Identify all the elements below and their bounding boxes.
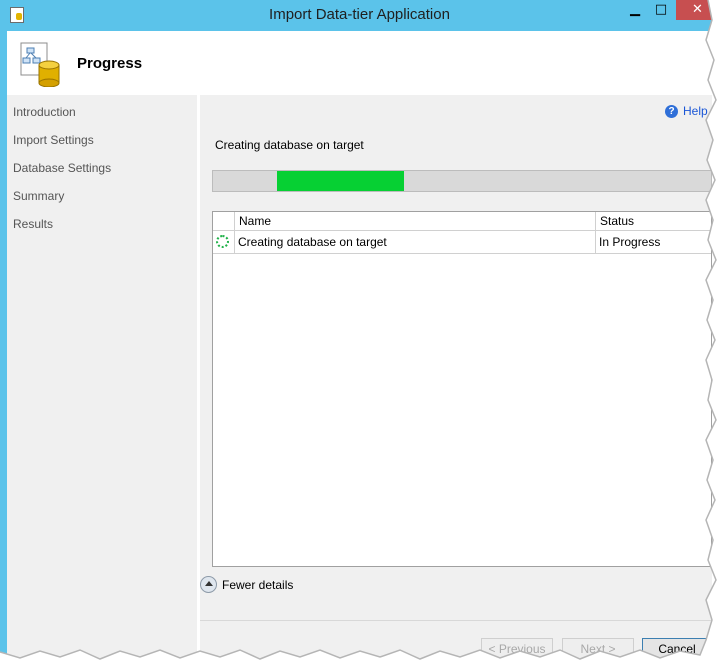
- sidebar-item-introduction[interactable]: Introduction: [13, 105, 76, 119]
- maximize-button[interactable]: □: [648, 0, 674, 20]
- progress-bar-fill: [277, 171, 404, 191]
- close-button[interactable]: ✕: [676, 0, 712, 20]
- operation-status-text: Creating database on target: [215, 138, 364, 152]
- database-wizard-icon: [20, 42, 60, 87]
- in-progress-spinner-icon: [216, 235, 229, 248]
- minimize-button[interactable]: ▁: [622, 0, 648, 20]
- import-wizard-window: Import Data-tier Application ▁ □ ✕ Progr…: [0, 0, 712, 662]
- sidebar-item-import-settings[interactable]: Import Settings: [13, 133, 94, 147]
- row-name-cell: Creating database on target: [235, 231, 596, 253]
- footer-divider: [200, 620, 712, 621]
- progress-bar: [212, 170, 712, 192]
- column-header-name[interactable]: Name: [235, 212, 596, 230]
- sidebar-item-database-settings[interactable]: Database Settings: [13, 161, 111, 175]
- progress-table: Name Status Creating database on target …: [212, 211, 712, 567]
- column-header-status[interactable]: Status: [596, 212, 712, 230]
- collapse-arrow-icon[interactable]: [200, 576, 217, 593]
- page-header: Progress: [7, 31, 712, 95]
- table-row[interactable]: Creating database on target In Progress: [213, 231, 711, 254]
- row-icon-cell: [213, 231, 235, 253]
- title-bar[interactable]: Import Data-tier Application ▁ □ ✕: [7, 0, 712, 31]
- fewer-details-toggle[interactable]: Fewer details: [200, 576, 294, 593]
- help-label: Help: [683, 104, 708, 118]
- main-panel: ? Help Creating database on target Name S…: [200, 95, 712, 662]
- help-link[interactable]: ? Help: [665, 104, 708, 119]
- sidebar-item-summary[interactable]: Summary: [13, 189, 64, 203]
- table-header: Name Status: [213, 212, 711, 231]
- sidebar-item-results[interactable]: Results: [13, 217, 53, 231]
- window-title: Import Data-tier Application: [269, 6, 450, 23]
- help-icon: ?: [665, 105, 678, 119]
- row-status-cell: In Progress: [599, 235, 661, 249]
- header-icon-column: [213, 212, 235, 230]
- wizard-sidebar: Introduction Import Settings Database Se…: [7, 95, 200, 662]
- next-button[interactable]: Next >: [562, 638, 634, 660]
- previous-button[interactable]: < Previous: [481, 638, 553, 660]
- fewer-details-label: Fewer details: [222, 578, 294, 592]
- page-title: Progress: [77, 55, 143, 72]
- cancel-button[interactable]: Cancel: [642, 638, 712, 660]
